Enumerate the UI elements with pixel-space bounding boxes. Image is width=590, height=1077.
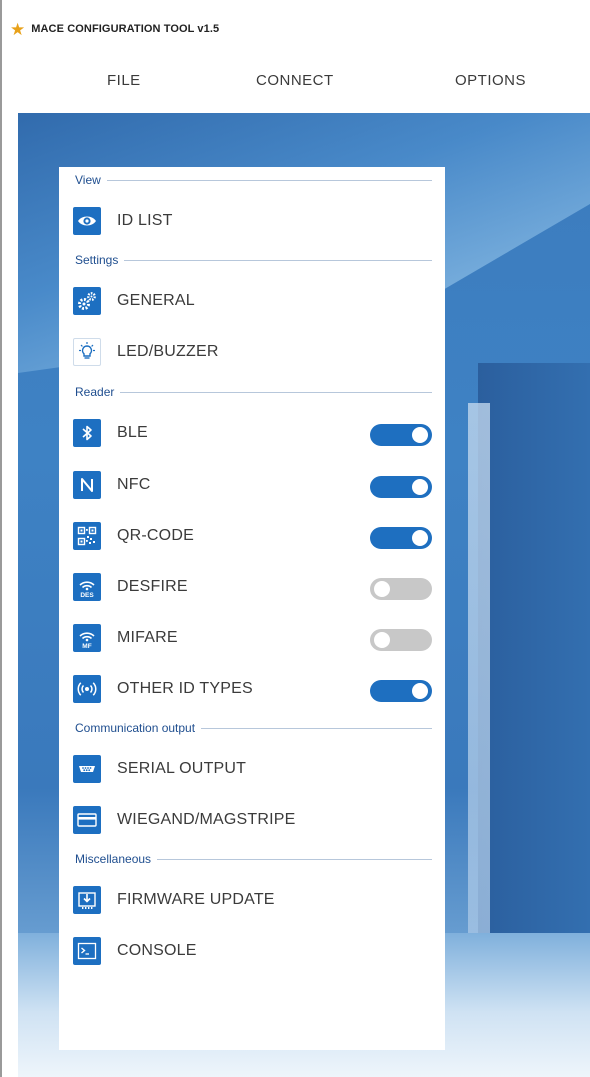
toggle-mifare[interactable]	[370, 629, 432, 651]
menu-options[interactable]: OPTIONS	[455, 72, 526, 89]
toggle-knob	[374, 581, 390, 597]
nav-item-ble[interactable]: BLE	[73, 416, 432, 450]
toggle-knob	[412, 530, 428, 546]
bulb-icon	[73, 338, 101, 366]
nfc-icon	[73, 471, 101, 499]
menu-bar: FILE CONNECT OPTIONS	[0, 72, 590, 98]
nav-item-label: CONSOLE	[117, 942, 197, 959]
menu-connect[interactable]: CONNECT	[256, 72, 334, 89]
title-bar: ★ MACE CONFIGURATION TOOL v1.5	[10, 18, 219, 40]
toggle-knob	[412, 683, 428, 699]
section-settings: Settings	[75, 252, 432, 268]
toggle-desfire[interactable]	[370, 578, 432, 600]
nav-item-label: ID LIST	[117, 212, 173, 229]
toggle-knob	[412, 479, 428, 495]
nav-item-other-id-types[interactable]: OTHER ID TYPES	[73, 672, 432, 706]
wireless-icon	[73, 675, 101, 703]
nav-item-qr-code[interactable]: QR-CODE	[73, 519, 432, 553]
menu-file[interactable]: FILE	[107, 72, 141, 89]
toggle-ble[interactable]	[370, 424, 432, 446]
divider	[120, 391, 432, 393]
divider	[106, 179, 432, 181]
nav-item-id-list[interactable]: ID LIST	[73, 204, 432, 238]
qr-code-icon	[73, 522, 101, 550]
navigation-panel: View ID LIST Settings GENERAL LED/BUZZER…	[59, 167, 445, 1050]
mifare-icon: MF	[73, 624, 101, 652]
section-communication-label: Communication output	[75, 721, 196, 735]
svg-text:DES: DES	[80, 592, 94, 598]
nav-item-label: LED/BUZZER	[117, 343, 219, 360]
nav-item-firmware-update[interactable]: FIRMWARE UPDATE	[73, 883, 432, 917]
download-icon	[73, 886, 101, 914]
serial-port-icon	[73, 755, 101, 783]
section-misc-label: Miscellaneous	[75, 852, 152, 866]
section-reader: Reader	[75, 384, 432, 400]
nav-item-serial-output[interactable]: SERIAL OUTPUT	[73, 752, 432, 786]
nav-item-label: GENERAL	[117, 292, 195, 309]
toggle-qr-code[interactable]	[370, 527, 432, 549]
nav-item-label: QR-CODE	[117, 527, 194, 544]
desfire-icon: DES	[73, 573, 101, 601]
nav-item-label: MIFARE	[117, 629, 178, 646]
terminal-icon	[73, 937, 101, 965]
section-settings-label: Settings	[75, 253, 119, 267]
section-view-label: View	[75, 173, 101, 187]
nav-item-label: FIRMWARE UPDATE	[117, 891, 275, 908]
section-miscellaneous: Miscellaneous	[75, 851, 432, 867]
section-view: View	[75, 172, 432, 188]
nav-item-mifare[interactable]: MF MIFARE	[73, 621, 432, 655]
nav-item-nfc[interactable]: NFC	[73, 468, 432, 502]
nav-item-desfire[interactable]: DES DESFIRE	[73, 570, 432, 604]
window-title: MACE CONFIGURATION TOOL v1.5	[31, 23, 220, 35]
nav-item-console[interactable]: CONSOLE	[73, 934, 432, 968]
nav-item-label: WIEGAND/MAGSTRIPE	[117, 811, 296, 828]
divider	[201, 727, 432, 729]
nav-item-label: BLE	[117, 424, 148, 441]
svg-text:MF: MF	[82, 643, 91, 649]
nav-item-label: SERIAL OUTPUT	[117, 760, 247, 777]
nav-item-led-buzzer[interactable]: LED/BUZZER	[73, 335, 432, 369]
section-communication-output: Communication output	[75, 720, 432, 736]
nav-item-wiegand-magstripe[interactable]: WIEGAND/MAGSTRIPE	[73, 803, 432, 837]
nav-item-general[interactable]: GENERAL	[73, 284, 432, 318]
divider	[157, 858, 432, 860]
gears-icon	[73, 287, 101, 315]
section-reader-label: Reader	[75, 385, 115, 399]
window-left-border	[0, 0, 2, 1077]
toggle-other-id-types[interactable]	[370, 680, 432, 702]
divider	[124, 259, 432, 261]
toggle-nfc[interactable]	[370, 476, 432, 498]
toggle-knob	[412, 427, 428, 443]
nav-item-label: DESFIRE	[117, 578, 188, 595]
toggle-knob	[374, 632, 390, 648]
nav-item-label: OTHER ID TYPES	[117, 680, 253, 697]
nav-item-label: NFC	[117, 476, 151, 493]
bluetooth-icon	[73, 419, 101, 447]
star-icon: ★	[10, 19, 26, 39]
eye-icon	[73, 207, 101, 235]
card-icon	[73, 806, 101, 834]
